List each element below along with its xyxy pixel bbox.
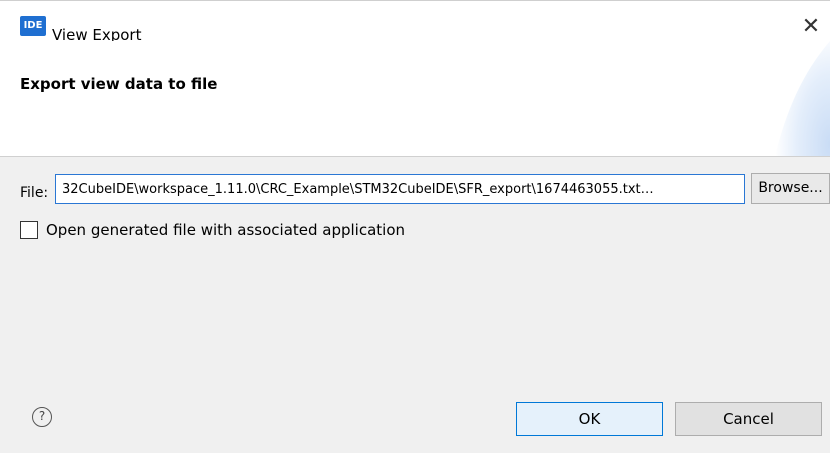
title-bar: IDE View Export ✕ [0, 0, 830, 44]
help-icon[interactable]: ? [32, 407, 52, 427]
close-icon[interactable]: ✕ [792, 14, 830, 40]
banner-decoration [740, 41, 830, 156]
ide-app-icon: IDE [20, 16, 46, 36]
top-border [0, 0, 830, 1]
view-export-dialog: IDE View Export ✕ Export view data to fi… [0, 0, 830, 453]
cancel-button[interactable]: Cancel [675, 402, 822, 436]
file-label: File: [20, 185, 49, 201]
browse-button[interactable]: Browse... [751, 173, 830, 204]
file-path-input[interactable] [55, 174, 745, 204]
header-banner: Export view data to file [0, 41, 830, 157]
open-with-app-label[interactable]: Open generated file with associated appl… [46, 220, 405, 240]
ok-button[interactable]: OK [516, 402, 663, 436]
page-title: Export view data to file [20, 75, 218, 93]
open-with-app-checkbox[interactable] [20, 221, 38, 239]
